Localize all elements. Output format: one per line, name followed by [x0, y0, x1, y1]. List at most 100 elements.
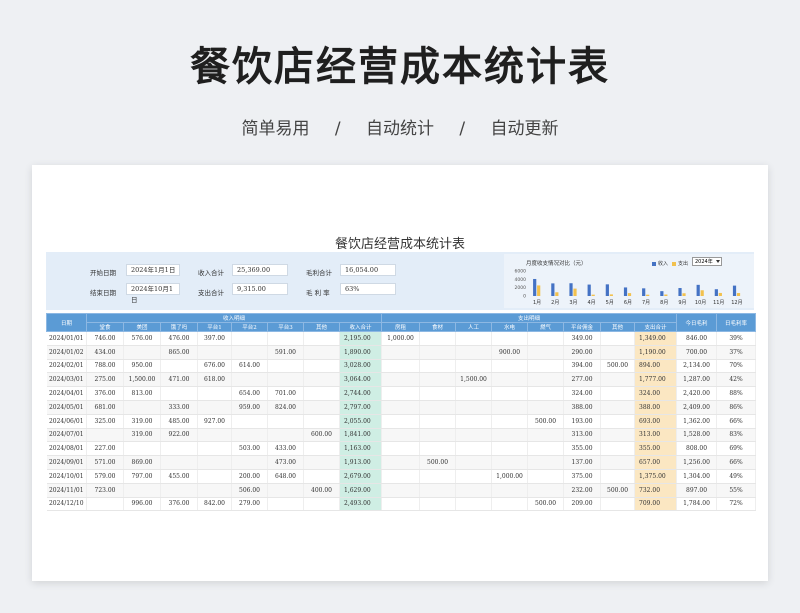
table-cell[interactable]: 476.00 — [160, 331, 198, 346]
table-cell[interactable]: 324.00 — [563, 386, 602, 401]
table-cell[interactable]: 137.00 — [563, 455, 602, 470]
table-cell[interactable] — [123, 441, 161, 457]
table-cell[interactable] — [86, 428, 124, 443]
table-cell[interactable]: 376.00 — [160, 497, 198, 512]
table-cell[interactable] — [527, 469, 565, 484]
table-cell[interactable] — [527, 359, 565, 374]
table-cell[interactable] — [231, 455, 268, 470]
table-cell[interactable] — [419, 441, 457, 457]
table-cell[interactable] — [160, 441, 198, 457]
table-cell[interactable] — [303, 372, 340, 388]
table-cell[interactable]: 1,000.00 — [381, 331, 421, 346]
table-cell[interactable]: 355.00 — [563, 441, 602, 457]
table-cell[interactable] — [267, 331, 304, 346]
table-cell[interactable] — [600, 469, 636, 484]
table-cell[interactable]: 846.00 — [676, 331, 718, 346]
table-cell[interactable] — [491, 497, 529, 512]
table-cell[interactable]: 3,028.00 — [339, 359, 383, 374]
table-cell[interactable] — [600, 441, 636, 457]
table-cell[interactable]: 333.00 — [160, 400, 198, 415]
table-cell[interactable]: 894.00 — [634, 359, 678, 374]
table-cell[interactable] — [231, 372, 268, 388]
table-cell[interactable] — [491, 359, 529, 374]
table-cell[interactable] — [86, 497, 124, 512]
table-cell[interactable]: 349.00 — [563, 331, 602, 346]
table-cell[interactable] — [491, 400, 529, 415]
table-cell[interactable] — [123, 483, 161, 498]
table-cell[interactable] — [303, 400, 340, 415]
table-cell[interactable] — [231, 331, 268, 346]
table-cell[interactable]: 808.00 — [676, 441, 718, 457]
table-cell[interactable]: 2024/12/10 — [46, 497, 87, 512]
table-cell[interactable] — [303, 469, 340, 484]
table-cell[interactable] — [231, 414, 268, 429]
table-cell[interactable]: 2,409.00 — [676, 400, 718, 415]
table-cell[interactable] — [197, 386, 232, 401]
table-cell[interactable]: 69% — [716, 441, 757, 457]
table-cell[interactable] — [527, 400, 565, 415]
table-cell[interactable]: 922.00 — [160, 428, 198, 443]
table-cell[interactable]: 66% — [716, 455, 757, 470]
table-cell[interactable]: 723.00 — [86, 483, 124, 498]
table-cell[interactable]: 600.00 — [303, 428, 340, 443]
table-cell[interactable]: 614.00 — [231, 359, 268, 374]
table-cell[interactable] — [197, 441, 232, 457]
table-cell[interactable] — [419, 386, 457, 401]
table-cell[interactable]: 2024/05/01 — [46, 400, 87, 415]
table-cell[interactable]: 701.00 — [267, 386, 304, 401]
table-cell[interactable]: 959.00 — [231, 400, 268, 415]
table-cell[interactable]: 42% — [716, 372, 757, 388]
table-cell[interactable]: 376.00 — [86, 386, 124, 401]
table-cell[interactable]: 355.00 — [634, 441, 678, 457]
table-cell[interactable] — [303, 497, 340, 512]
table-cell[interactable]: 388.00 — [634, 400, 678, 415]
table-cell[interactable] — [527, 372, 565, 388]
table-cell[interactable]: 869.00 — [123, 455, 161, 470]
table-cell[interactable]: 506.00 — [231, 483, 268, 498]
table-cell[interactable] — [303, 441, 340, 457]
table-cell[interactable] — [303, 386, 340, 401]
table-cell[interactable]: 2024/02/01 — [46, 359, 87, 374]
table-cell[interactable]: 37% — [716, 345, 757, 360]
table-cell[interactable] — [419, 400, 457, 415]
table-cell[interactable]: 500.00 — [527, 497, 565, 512]
table-cell[interactable] — [303, 455, 340, 470]
table-cell[interactable] — [419, 483, 457, 498]
table-cell[interactable]: 1,913.00 — [339, 455, 383, 470]
table-cell[interactable] — [267, 483, 304, 498]
table-cell[interactable] — [123, 345, 161, 360]
table-cell[interactable] — [419, 469, 457, 484]
table-cell[interactable] — [419, 428, 457, 443]
table-cell[interactable] — [381, 455, 421, 470]
table-cell[interactable] — [197, 345, 232, 360]
table-cell[interactable] — [455, 414, 493, 429]
table-cell[interactable] — [600, 455, 636, 470]
table-cell[interactable]: 375.00 — [563, 469, 602, 484]
table-cell[interactable]: 2024/01/01 — [46, 331, 87, 346]
table-cell[interactable] — [381, 345, 421, 360]
table-cell[interactable]: 473.00 — [267, 455, 304, 470]
table-cell[interactable]: 275.00 — [86, 372, 124, 388]
table-cell[interactable]: 434.00 — [86, 345, 124, 360]
table-cell[interactable] — [381, 386, 421, 401]
table-cell[interactable]: 681.00 — [86, 400, 124, 415]
table-cell[interactable]: 2024/06/01 — [46, 414, 87, 429]
table-cell[interactable]: 1,163.00 — [339, 441, 383, 457]
table-cell[interactable]: 1,500.00 — [123, 372, 161, 388]
table-cell[interactable]: 433.00 — [267, 441, 304, 457]
table-cell[interactable]: 1,190.00 — [634, 345, 678, 360]
table-cell[interactable]: 49% — [716, 469, 757, 484]
table-cell[interactable] — [381, 483, 421, 498]
table-cell[interactable] — [381, 441, 421, 457]
table-cell[interactable] — [491, 483, 529, 498]
table-cell[interactable] — [600, 497, 636, 512]
table-cell[interactable] — [267, 428, 304, 443]
table-cell[interactable]: 709.00 — [634, 497, 678, 512]
table-cell[interactable]: 2024/11/01 — [46, 483, 87, 498]
table-cell[interactable] — [455, 441, 493, 457]
table-cell[interactable]: 227.00 — [86, 441, 124, 457]
table-cell[interactable]: 70% — [716, 359, 757, 374]
table-cell[interactable] — [123, 400, 161, 415]
table-cell[interactable] — [600, 331, 636, 346]
table-cell[interactable]: 657.00 — [634, 455, 678, 470]
